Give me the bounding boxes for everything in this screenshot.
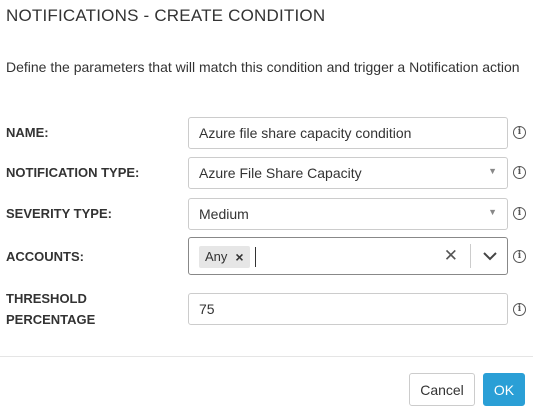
- severity-type-label: SEVERITY TYPE:: [6, 206, 112, 221]
- severity-type-value: Medium: [199, 206, 249, 222]
- multiselect-divider: [470, 244, 471, 268]
- name-info-icon[interactable]: i: [513, 126, 526, 139]
- account-tag-any: Any ×: [199, 246, 250, 268]
- name-label: NAME:: [6, 125, 49, 140]
- severity-type-select[interactable]: Medium ▼: [188, 198, 508, 230]
- dialog-title: NOTIFICATIONS - CREATE CONDITION: [6, 6, 326, 25]
- clear-x-icon[interactable]: ✕: [444, 246, 458, 266]
- threshold-info-icon[interactable]: i: [513, 303, 526, 316]
- tag-remove-icon[interactable]: ×: [235, 246, 243, 268]
- severity-type-info-icon[interactable]: i: [513, 207, 526, 220]
- caret-down-icon: ▼: [488, 207, 497, 217]
- name-input[interactable]: Azure file share capacity condition: [188, 117, 508, 149]
- ok-button[interactable]: OK: [483, 373, 525, 406]
- threshold-label-line2: PERCENTAGE: [6, 312, 96, 327]
- notification-type-info-icon[interactable]: i: [513, 166, 526, 179]
- cancel-button[interactable]: Cancel: [409, 373, 475, 406]
- footer-divider: [0, 356, 533, 357]
- accounts-multiselect[interactable]: Any × ✕: [188, 237, 508, 275]
- text-cursor: [255, 247, 256, 267]
- account-tag-label: Any: [205, 249, 228, 264]
- accounts-info-icon[interactable]: i: [513, 250, 526, 263]
- notification-type-label: NOTIFICATION TYPE:: [6, 165, 140, 180]
- threshold-input[interactable]: 75: [188, 293, 508, 325]
- threshold-input-value: 75: [199, 301, 215, 317]
- dialog-description: Define the parameters that will match th…: [6, 59, 520, 75]
- caret-down-icon: ▼: [488, 166, 497, 176]
- notification-type-value: Azure File Share Capacity: [199, 165, 362, 181]
- notification-type-select[interactable]: Azure File Share Capacity ▼: [188, 157, 508, 189]
- name-input-value: Azure file share capacity condition: [199, 125, 412, 141]
- accounts-label: ACCOUNTS:: [6, 249, 84, 264]
- chevron-down-icon[interactable]: [481, 249, 499, 263]
- create-condition-dialog: NOTIFICATIONS - CREATE CONDITION Define …: [0, 0, 533, 412]
- threshold-label-line1: THRESHOLD: [6, 291, 87, 306]
